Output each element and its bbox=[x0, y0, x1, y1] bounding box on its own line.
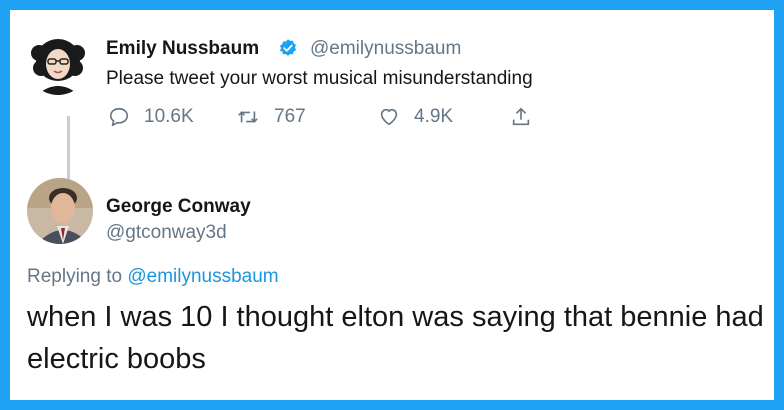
emily-avatar[interactable] bbox=[27, 33, 89, 95]
share-icon bbox=[512, 107, 530, 126]
reply-count: 10.6K bbox=[144, 106, 194, 127]
george-avatar[interactable] bbox=[27, 178, 93, 244]
retweet-count: 767 bbox=[274, 106, 306, 127]
tweet-text: Please tweet your worst musical misunder… bbox=[106, 68, 533, 89]
verified-badge-icon bbox=[280, 39, 296, 56]
replying-to-line: Replying to @emilynussbaum bbox=[27, 266, 279, 288]
replying-to-mention[interactable]: @emilynussbaum bbox=[127, 266, 278, 287]
like-button[interactable]: 4.9K bbox=[378, 106, 453, 128]
reply-button[interactable]: 10.6K bbox=[108, 106, 194, 128]
replying-to-label: Replying to bbox=[27, 266, 128, 287]
heart-icon bbox=[380, 108, 398, 126]
like-count: 4.9K bbox=[414, 106, 454, 127]
tweet-card: Emily Nussbaum @emilynussbaum Please twe… bbox=[10, 10, 774, 400]
author-name[interactable]: Emily Nussbaum bbox=[106, 38, 259, 60]
reply-author-name[interactable]: George Conway bbox=[106, 196, 251, 218]
retweet-icon bbox=[238, 111, 258, 123]
share-button[interactable] bbox=[510, 106, 546, 128]
retweet-button[interactable]: 767 bbox=[236, 106, 306, 128]
thread-connector-line bbox=[67, 116, 70, 182]
author-handle[interactable]: @emilynussbaum bbox=[310, 38, 461, 60]
reply-tweet-text: when I was 10 I thought elton was saying… bbox=[27, 301, 764, 375]
reply-icon bbox=[109, 107, 129, 127]
reply-author-handle[interactable]: @gtconway3d bbox=[106, 222, 227, 244]
